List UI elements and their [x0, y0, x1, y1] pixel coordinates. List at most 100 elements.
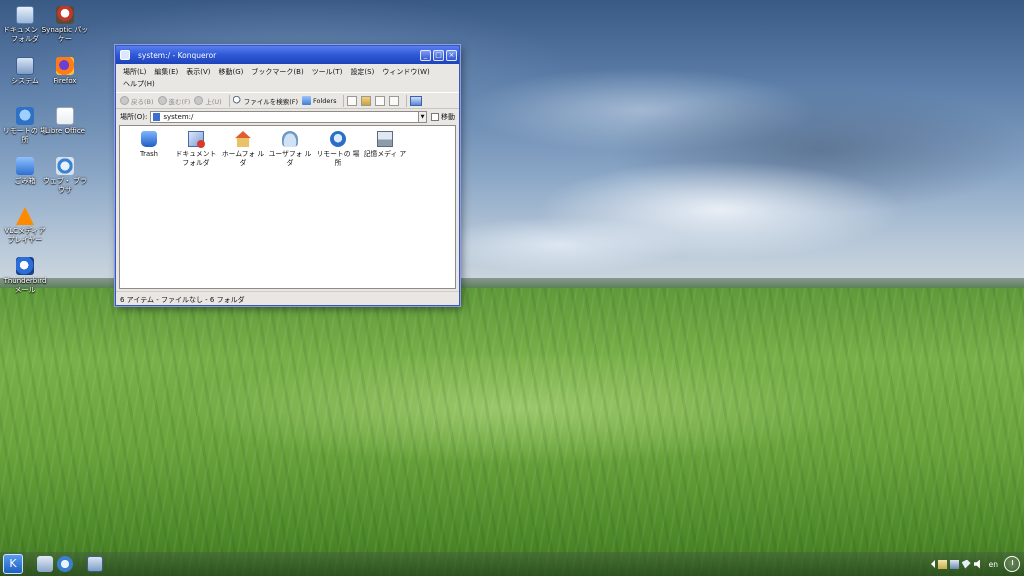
forward-button[interactable]: 進む(F): [157, 96, 191, 106]
firefox-icon: [56, 57, 74, 75]
search-icon: [232, 96, 242, 105]
toolbar-separator: [343, 94, 345, 107]
libreoffice-icon: [56, 107, 74, 125]
file-item-label: Trash: [140, 150, 158, 158]
up-button-label: 上(U): [205, 97, 222, 106]
main-toolbar: 戻る(B) 進む(F) 上(U) ファイルを検索(F) Folders: [116, 92, 459, 109]
desktop-icon-label: Firefox: [53, 77, 77, 85]
toolbar-separator: [406, 94, 408, 107]
location-dropdown-button[interactable]: ▼: [419, 111, 427, 123]
minimize-button[interactable]: _: [420, 49, 431, 61]
k-menu-button[interactable]: K: [3, 554, 23, 574]
system-tray: en: [928, 555, 1020, 573]
volume-icon[interactable]: [973, 559, 980, 569]
file-view[interactable]: Trash ドキュメント フォルダ ホームフォ ルダ ユーザフォ ルダ リモート…: [119, 125, 456, 289]
clock-icon[interactable]: [1004, 556, 1020, 572]
window-title: system:/ - Konqueror: [138, 50, 217, 60]
maximize-button[interactable]: □: [433, 49, 444, 61]
file-item-label: 記憶メディ ア: [363, 150, 407, 158]
up-button[interactable]: 上(U): [194, 96, 222, 106]
menu-bookmarks[interactable]: ブックマーク(B): [247, 66, 307, 78]
file-item-label: ユーザフォ ルダ: [268, 150, 312, 167]
desktop-icon-label: Libre Office: [45, 127, 85, 135]
file-item-remote[interactable]: リモートの 場所: [314, 131, 362, 168]
undo-icon[interactable]: [389, 95, 400, 106]
desktop-icon-vlc[interactable]: VLCメディア プレイヤー: [0, 207, 50, 245]
synaptic-icon: [56, 6, 74, 24]
desktop-icon-libreoffice[interactable]: Libre Office: [40, 107, 90, 136]
location-value: system:/: [163, 113, 194, 121]
system-icon: [16, 57, 34, 75]
home-folder-icon: [235, 131, 251, 147]
tray-expand-icon[interactable]: [930, 560, 935, 568]
trash-icon: [16, 157, 34, 175]
menu-settings[interactable]: 設定(S): [346, 66, 378, 78]
desktop-icon-synaptic[interactable]: Synaptic パッケー: [40, 6, 90, 44]
location-label: 場所(O):: [120, 113, 148, 121]
konqueror-window: system:/ - Konqueror _ □ × 場所(L) 編集(E) 表…: [115, 45, 460, 306]
remote-places-icon: [330, 131, 346, 147]
paste-icon[interactable]: [361, 95, 372, 106]
update-notifier-icon[interactable]: [961, 559, 971, 569]
folders-button[interactable]: Folders: [302, 96, 336, 105]
menubar: 場所(L) 編集(E) 表示(V) 移動(G) ブックマーク(B) ツール(T)…: [116, 64, 459, 90]
desktop-icon-thunderbird[interactable]: Thunderbird メール: [0, 257, 50, 295]
desktop-icon-firefox[interactable]: Firefox: [40, 57, 90, 86]
wallpaper-grass-field: [0, 288, 1024, 576]
find-files-label: ファイルを検索(F): [243, 97, 298, 106]
go-icon: [431, 113, 439, 121]
desktop-icon-web-browser[interactable]: ウェブ・ ブラウザ: [40, 157, 90, 195]
view-mode-icon[interactable]: [410, 95, 423, 106]
thunderbird-icon: [16, 257, 34, 275]
back-button[interactable]: 戻る(B): [120, 96, 154, 106]
location-input[interactable]: system:/: [150, 111, 419, 123]
forward-button-label: 進む(F): [168, 97, 191, 106]
window-titlebar[interactable]: system:/ - Konqueror _ □ ×: [116, 46, 459, 64]
file-item-users[interactable]: ユーザフォ ルダ: [266, 131, 314, 168]
clipboard-icon[interactable]: [937, 559, 947, 569]
menu-window[interactable]: ウィンドウ(W): [378, 66, 433, 78]
menu-tools[interactable]: ツール(T): [308, 66, 347, 78]
file-item-storage[interactable]: 記憶メディ ア: [361, 131, 409, 159]
desktop-icon-label: Synaptic パッケー: [41, 26, 89, 43]
location-bar: 場所(O): system:/ ▼ 移動: [116, 109, 459, 125]
system-location-icon: [153, 113, 161, 121]
documents-folder-icon: [188, 131, 205, 148]
keyboard-layout-indicator[interactable]: en: [989, 560, 998, 569]
menu-location[interactable]: 場所(L): [119, 66, 150, 78]
network-icon[interactable]: [949, 559, 959, 569]
forward-arrow-icon: [157, 96, 167, 105]
folders-icon: [302, 96, 311, 105]
desktop-icon-label: Thunderbird メール: [3, 277, 47, 294]
web-browser-icon: [56, 157, 74, 175]
find-files-button[interactable]: ファイルを検索(F): [232, 96, 298, 106]
show-desktop-icon[interactable]: [37, 556, 53, 572]
file-item-home[interactable]: ホームフォ ルダ: [219, 131, 267, 168]
go-button[interactable]: 移動: [431, 112, 455, 122]
trash-icon: [141, 131, 157, 147]
file-item-label: ドキュメント フォルダ: [175, 150, 217, 167]
file-item-label: ホームフォ ルダ: [221, 150, 265, 167]
menu-go[interactable]: 移動(G): [215, 66, 248, 78]
users-folder-icon: [282, 131, 298, 147]
folders-label: Folders: [313, 96, 337, 105]
file-item-trash[interactable]: Trash: [125, 131, 173, 159]
trash-action-icon[interactable]: [375, 95, 386, 106]
menu-help[interactable]: ヘルプ(H): [119, 78, 159, 90]
close-button[interactable]: ×: [446, 49, 457, 61]
up-arrow-icon: [194, 96, 204, 105]
back-arrow-icon: [120, 96, 129, 105]
toolbar-separator: [228, 94, 230, 107]
status-bar: 6 アイテム - ファイルなし - 6 フォルダ: [116, 291, 459, 305]
file-item-documents[interactable]: ドキュメント フォルダ: [172, 131, 220, 168]
system-launch-icon[interactable]: [87, 556, 103, 572]
back-button-label: 戻る(B): [131, 97, 154, 106]
konqueror-app-icon[interactable]: [120, 50, 130, 60]
menu-view[interactable]: 表示(V): [182, 66, 214, 78]
remote-places-icon: [16, 107, 34, 125]
go-button-label: 移動: [441, 113, 455, 121]
menu-edit[interactable]: 編集(E): [150, 66, 182, 78]
web-browser-launch-icon[interactable]: [57, 556, 73, 572]
copy-icon[interactable]: [347, 95, 358, 106]
desktop-icon-label: VLCメディア プレイヤー: [4, 227, 46, 244]
